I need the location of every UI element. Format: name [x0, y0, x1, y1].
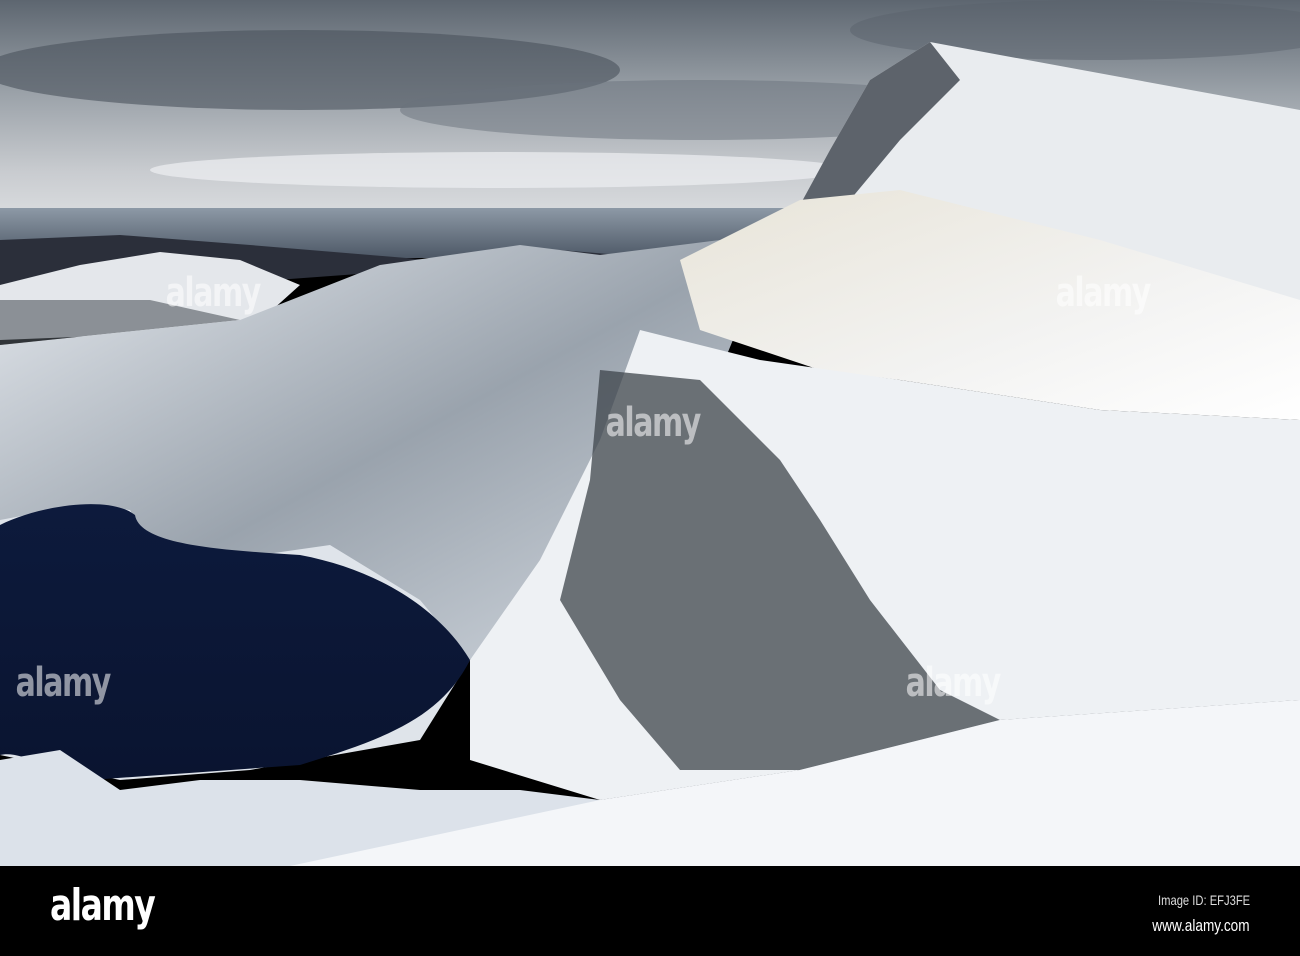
watermark: alamy: [15, 660, 112, 706]
stock-photo-page: alamy alamy alamy alamy alamy alamy Imag…: [0, 0, 1300, 956]
footer-bar: alamy Image ID: EFJ3FE www.alamy.com: [0, 866, 1300, 956]
alamy-logo[interactable]: alamy: [50, 880, 156, 931]
image-id: Image ID: EFJ3FE: [1157, 892, 1250, 908]
site-url-link[interactable]: www.alamy.com: [1153, 916, 1250, 936]
watermark: alamy: [1055, 270, 1152, 316]
watermark: alamy: [605, 400, 702, 446]
watermark: alamy: [165, 270, 262, 316]
watermark: alamy: [905, 660, 1002, 706]
